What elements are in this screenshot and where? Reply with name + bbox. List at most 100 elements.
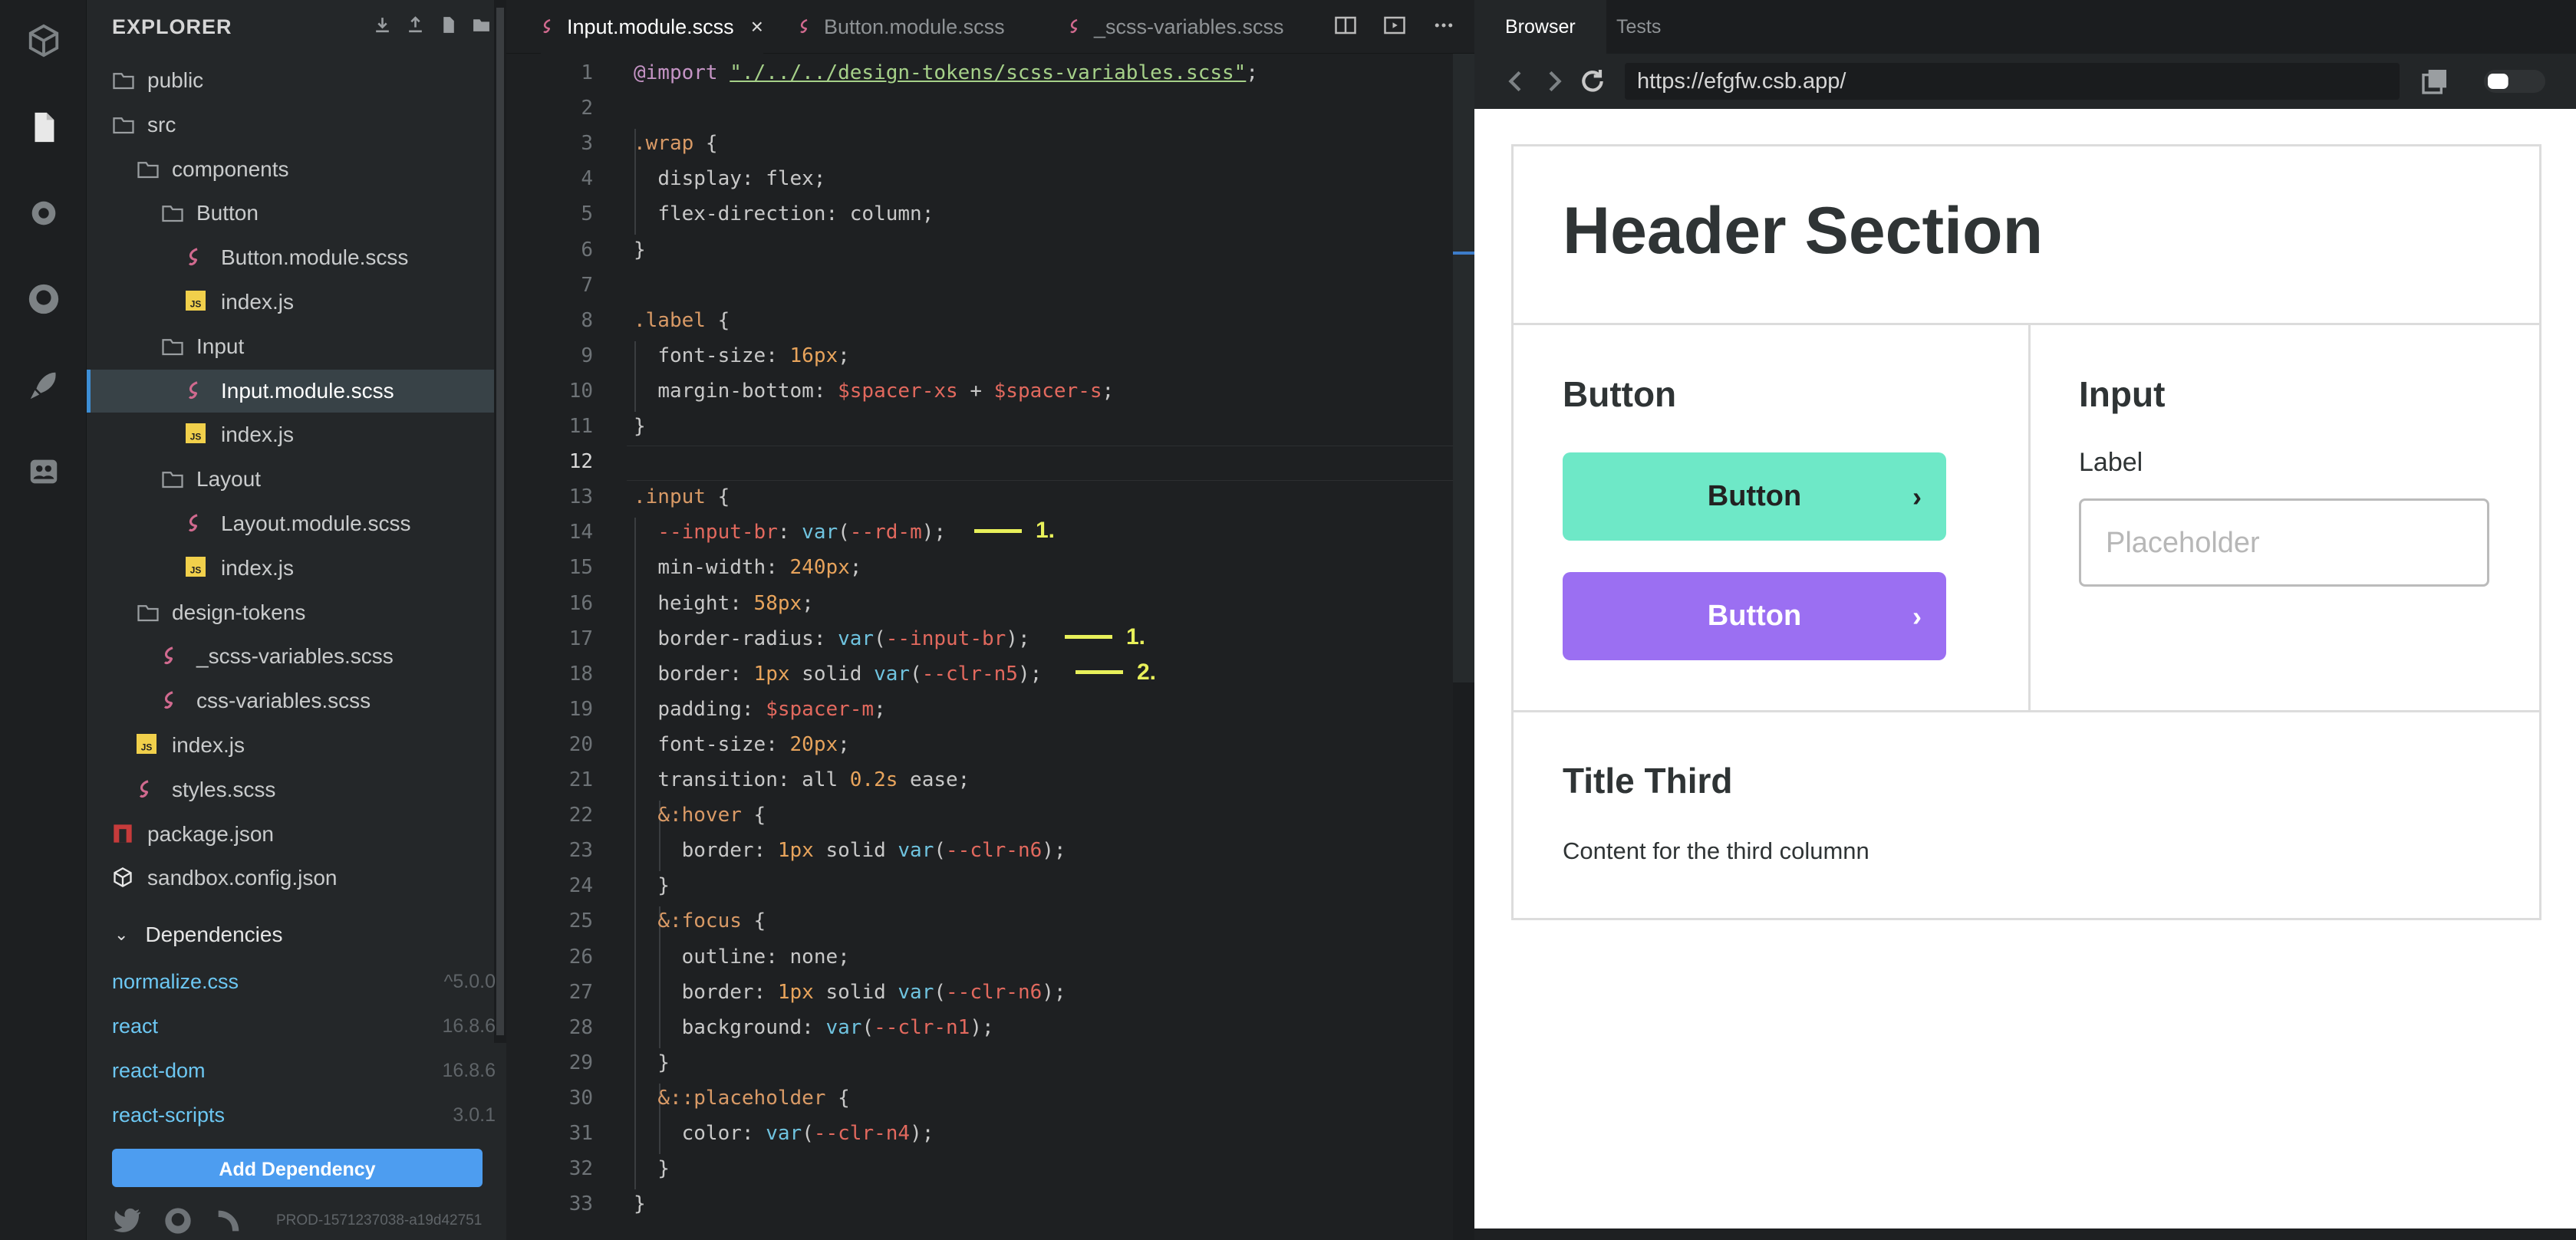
- code-line: }: [634, 1157, 670, 1181]
- tree-item[interactable]: styles.scss: [87, 768, 494, 811]
- line-number: 18: [568, 662, 593, 686]
- tree-item[interactable]: JS index.js: [87, 413, 494, 456]
- tree-item[interactable]: JS index.js: [87, 724, 494, 767]
- back-icon[interactable]: [1500, 66, 1531, 97]
- tree-item[interactable]: Layout.module.scss: [87, 502, 494, 545]
- tree-item-label: Input.module.scss: [221, 378, 394, 403]
- tree-item[interactable]: Input: [87, 325, 494, 368]
- twitter-icon[interactable]: [112, 1205, 143, 1236]
- code-area[interactable]: 1 @import "./../../design-tokens/scss-var…: [506, 54, 1474, 1240]
- tab-label: _scss-variables.scss: [1094, 15, 1284, 38]
- tree-item[interactable]: public: [87, 59, 494, 102]
- forward-icon[interactable]: [1539, 66, 1570, 97]
- tree-item-label: Layout: [196, 467, 262, 492]
- spectrum-icon[interactable]: [213, 1205, 244, 1236]
- code-line: border: 1px solid var(--clr-n6);: [681, 839, 1066, 863]
- toggle-icon[interactable]: [2476, 66, 2553, 97]
- tree-item[interactable]: sandbox.config.json: [87, 857, 494, 900]
- tree-item[interactable]: JS index.js: [87, 547, 494, 590]
- svg-text:JS: JS: [190, 299, 202, 310]
- third-section-title: Title Third: [1563, 761, 1733, 801]
- tab-input-module-scss[interactable]: Input.module.scss ×: [541, 0, 763, 54]
- code-line: --input-br: var(--rd-m);: [657, 521, 947, 544]
- tree-item-label: index.js: [172, 733, 245, 757]
- tree-item-label: sandbox.config.json: [147, 866, 338, 890]
- dependency-name: normalize.css: [112, 969, 239, 993]
- tree-item[interactable]: Layout: [87, 458, 494, 501]
- input-label: Label: [2079, 448, 2143, 477]
- line-number: 27: [568, 980, 593, 1004]
- dependency-item[interactable]: react-scripts 3.0.1: [112, 1094, 496, 1136]
- tree-item[interactable]: src: [87, 104, 494, 146]
- tree-item-label: _scss-variables.scss: [196, 644, 394, 669]
- more-icon[interactable]: [1432, 14, 1455, 37]
- new-file-icon[interactable]: [439, 15, 458, 35]
- dependency-item[interactable]: react 16.8.6: [112, 1005, 496, 1048]
- tree-item-label: components: [172, 156, 289, 181]
- tree-item[interactable]: Button: [87, 192, 494, 235]
- close-tab-icon[interactable]: ×: [751, 15, 763, 39]
- refresh-icon[interactable]: [1577, 66, 1608, 97]
- tab-scss-variables[interactable]: _scss-variables.scss: [1068, 0, 1313, 54]
- file-icon[interactable]: [26, 110, 61, 145]
- chevron-down-icon: ⌄: [114, 925, 129, 944]
- tree-item[interactable]: design-tokens: [87, 591, 494, 634]
- sass-icon: [186, 380, 209, 403]
- chevron-right-icon: ›: [1912, 600, 1922, 632]
- line-number: 33: [568, 1192, 593, 1216]
- add-dependency-button[interactable]: Add Dependency: [112, 1149, 483, 1187]
- tree-item[interactable]: JS index.js: [87, 281, 494, 324]
- button-label: Button: [1707, 480, 1802, 512]
- code-line: flex-direction: column;: [657, 202, 934, 226]
- tree-item[interactable]: Button.module.scss: [87, 236, 494, 279]
- tree-item[interactable]: css-variables.scss: [87, 679, 494, 722]
- secondary-button[interactable]: Button ›: [1563, 572, 1946, 660]
- editor-scrollbar[interactable]: [1453, 54, 1474, 1240]
- tree-item[interactable]: components: [87, 148, 494, 191]
- upload-icon[interactable]: [406, 15, 425, 35]
- code-line: }: [634, 238, 646, 261]
- gear-icon[interactable]: [26, 196, 61, 231]
- dependencies-header[interactable]: ⌄ Dependencies: [114, 919, 282, 950]
- split-view-icon[interactable]: [1334, 14, 1357, 37]
- code-line: @import "./../../design-tokens/scss-vari…: [634, 61, 1258, 84]
- sandbox-cube-icon[interactable]: [26, 23, 61, 58]
- line-number: 20: [568, 732, 593, 756]
- users-icon[interactable]: [26, 454, 61, 489]
- code-line: }: [634, 1192, 646, 1216]
- line-number: 4: [581, 167, 593, 191]
- code-line: border-radius: var(--input-br);: [657, 627, 1030, 650]
- js-icon: JS: [186, 291, 209, 314]
- tree-item[interactable]: Input.module.scss: [87, 369, 494, 413]
- tree-item-label: index.js: [221, 290, 294, 314]
- download-icon[interactable]: [373, 15, 392, 35]
- tree-item[interactable]: package.json: [87, 813, 494, 856]
- open-new-window-icon[interactable]: [2420, 66, 2450, 97]
- new-folder-icon[interactable]: [472, 15, 491, 35]
- code-line: outline: none;: [681, 945, 850, 969]
- tree-item-label: index.js: [221, 555, 294, 580]
- explorer-scrollbar[interactable]: [494, 0, 506, 1043]
- line-number: 13: [568, 485, 593, 509]
- github-icon[interactable]: [26, 281, 61, 317]
- line-number: 31: [568, 1122, 593, 1145]
- dependency-item[interactable]: react-dom 16.8.6: [112, 1049, 496, 1092]
- code-line: color: var(--clr-n4);: [681, 1122, 934, 1145]
- dependency-item[interactable]: normalize.css ^5.0.0: [112, 960, 496, 1003]
- primary-button[interactable]: Button ›: [1563, 452, 1946, 541]
- code-line: min-width: 240px;: [657, 556, 862, 580]
- text-input[interactable]: Placeholder: [2079, 498, 2489, 587]
- url-input[interactable]: https://efgfw.csb.app/: [1625, 63, 2400, 100]
- current-line-highlight: [627, 446, 1474, 482]
- line-number: 3: [581, 132, 593, 156]
- preview-icon[interactable]: [1383, 14, 1406, 37]
- tree-item-label: public: [147, 68, 204, 92]
- tab-tests[interactable]: Tests: [1586, 0, 1692, 54]
- folder-icon: [137, 601, 160, 624]
- rocket-icon[interactable]: [26, 368, 61, 403]
- tab-button-module-scss[interactable]: Button.module.scss: [798, 0, 1028, 54]
- github-footer-icon[interactable]: [163, 1205, 193, 1236]
- tree-item[interactable]: _scss-variables.scss: [87, 635, 494, 678]
- folder-icon: [112, 113, 135, 136]
- line-number: 17: [568, 627, 593, 650]
